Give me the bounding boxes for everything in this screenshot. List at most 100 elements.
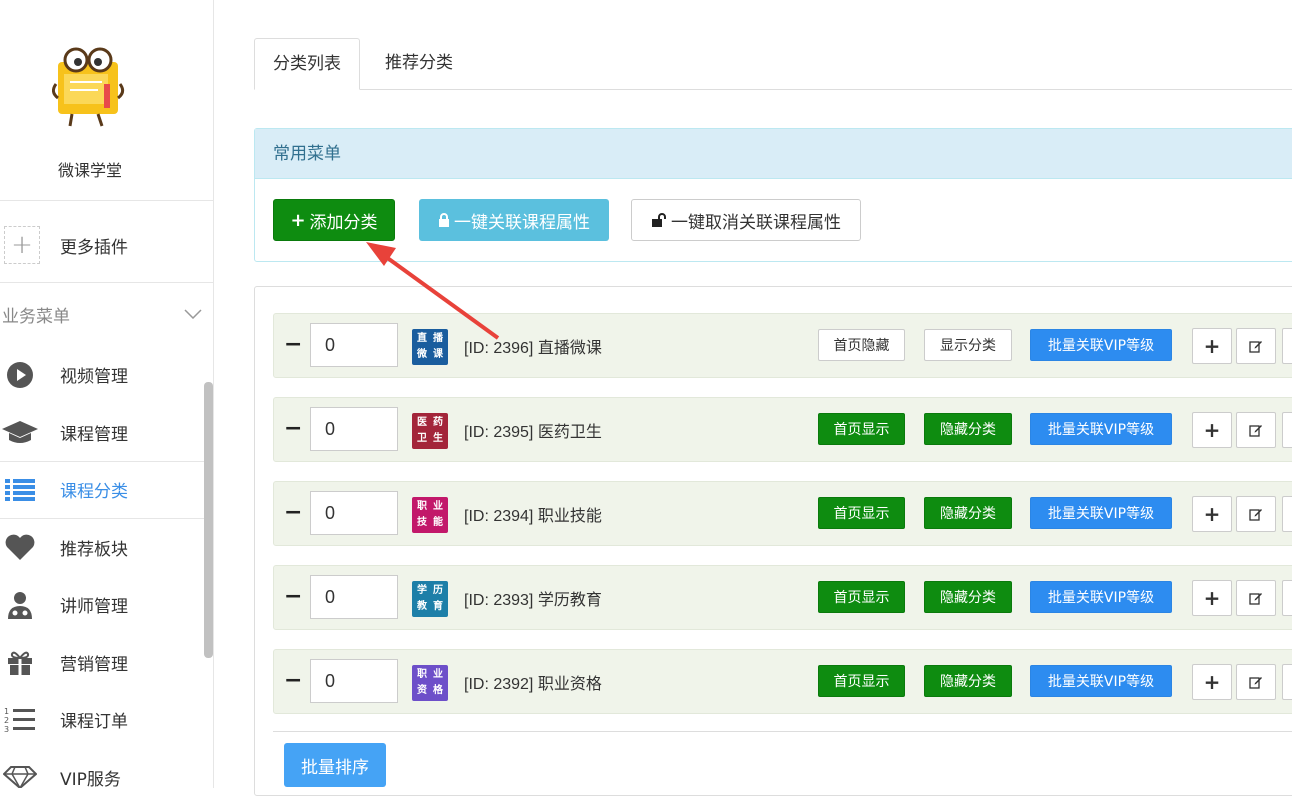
collapse-icon[interactable]: − — [284, 332, 304, 360]
chevron-down-icon — [184, 309, 202, 319]
edit-icon — [1249, 341, 1262, 353]
homepage-toggle-button[interactable]: 首页隐藏 — [818, 329, 905, 361]
plus-icon: + — [1203, 502, 1221, 526]
divider — [273, 731, 1292, 732]
heart-icon — [0, 531, 40, 563]
more-plugins-link[interactable]: + 更多插件 — [4, 226, 204, 264]
edit-button[interactable] — [1236, 496, 1276, 532]
sidebar-item-label: 课程管理 — [60, 424, 128, 445]
more-plugins-label: 更多插件 — [60, 237, 128, 258]
batch-sort-button[interactable]: 批量排序 — [284, 743, 386, 787]
batch-link-vip-button[interactable]: 批量关联VIP等级 — [1030, 581, 1172, 613]
business-menu-toggle[interactable]: 业务菜单 — [2, 300, 202, 328]
thumb-char: 播 — [433, 333, 443, 344]
sidebar-scrollbar[interactable] — [204, 382, 213, 658]
edit-button[interactable] — [1236, 664, 1276, 700]
visibility-toggle-button[interactable]: 显示分类 — [924, 329, 1012, 361]
edit-icon — [1249, 509, 1262, 521]
visibility-toggle-button[interactable]: 隐藏分类 — [924, 665, 1012, 697]
batch-link-vip-button[interactable]: 批量关联VIP等级 — [1030, 497, 1172, 529]
homepage-toggle-button[interactable]: 首页显示 — [818, 581, 905, 613]
edit-button[interactable] — [1236, 580, 1276, 616]
thumb-char: 历 — [433, 585, 443, 596]
thumb-char: 生 — [433, 433, 443, 444]
tab-category-list[interactable]: 分类列表 — [254, 38, 360, 90]
homepage-toggle-button[interactable]: 首页显示 — [818, 497, 905, 529]
sidebar-item-marketing[interactable]: 营销管理 — [0, 634, 213, 692]
sort-order-input[interactable]: 0 — [310, 659, 398, 703]
tab-recommended-categories[interactable]: 推荐分类 — [367, 38, 471, 90]
sidebar-item-courses[interactable]: 课程管理 — [0, 404, 213, 462]
thumb-char: 育 — [433, 601, 443, 612]
edit-icon — [1249, 593, 1262, 605]
thumb-char: 直 — [417, 333, 427, 344]
sidebar-item-categories[interactable]: 课程分类 — [0, 461, 213, 519]
sort-order-input[interactable]: 0 — [310, 491, 398, 535]
add-subcategory-button[interactable]: + — [1192, 496, 1232, 532]
sidebar-item-vip[interactable]: VIP服务 — [0, 749, 213, 788]
add-subcategory-button[interactable]: + — [1192, 580, 1232, 616]
more-actions-button[interactable] — [1282, 412, 1292, 448]
divider — [0, 282, 213, 283]
main-content: 分类列表 推荐分类 常用菜单 + 添加分类 一键关联课程属性 一键取消关联课程属… — [214, 0, 1292, 796]
add-category-button[interactable]: + 添加分类 — [273, 199, 395, 241]
batch-link-vip-button[interactable]: 批量关联VIP等级 — [1030, 665, 1172, 697]
plus-icon: + — [4, 226, 40, 264]
add-subcategory-button[interactable]: + — [1192, 664, 1232, 700]
homepage-toggle-button[interactable]: 首页显示 — [818, 413, 905, 445]
sidebar-item-recommend[interactable]: 推荐板块 — [0, 519, 213, 577]
category-title: [ID: 2392] 职业资格 — [464, 676, 602, 693]
sidebar: 微课学堂 + 更多插件 业务菜单 视频管理 课程管理 课程分类 推荐板块 讲师管… — [0, 0, 214, 788]
collapse-icon[interactable]: − — [284, 668, 304, 696]
category-row: − 0 职 业 资 格 [ID: 2392] 职业资格 首页显示 隐藏分类 批量… — [273, 649, 1292, 714]
sidebar-item-label: 视频管理 — [60, 367, 128, 388]
thumb-char: 资 — [417, 685, 427, 696]
unlink-course-attributes-label: 一键取消关联课程属性 — [671, 212, 841, 233]
collapse-icon[interactable]: − — [284, 416, 304, 444]
category-title: [ID: 2395] 医药卫生 — [464, 424, 602, 441]
edit-icon — [1249, 425, 1262, 437]
sidebar-item-label: 课程订单 — [60, 712, 128, 733]
batch-link-vip-button[interactable]: 批量关联VIP等级 — [1030, 413, 1172, 445]
sidebar-item-label: 讲师管理 — [60, 597, 128, 618]
tab-bar: 分类列表 推荐分类 — [254, 38, 1292, 90]
visibility-toggle-button[interactable]: 隐藏分类 — [924, 497, 1012, 529]
thumb-char: 业 — [433, 669, 443, 680]
link-course-attributes-button[interactable]: 一键关联课程属性 — [419, 199, 609, 241]
thumb-char: 教 — [417, 601, 427, 612]
divider — [0, 200, 213, 201]
visibility-toggle-button[interactable]: 隐藏分类 — [924, 413, 1012, 445]
add-subcategory-button[interactable]: + — [1192, 412, 1232, 448]
sort-order-input[interactable]: 0 — [310, 323, 398, 367]
collapse-icon[interactable]: − — [284, 584, 304, 612]
homepage-toggle-button[interactable]: 首页显示 — [818, 665, 905, 697]
category-list: − 0 职 业 资 格 [ID: 2392] 职业资格 首页显示 隐藏分类 批量… — [254, 286, 1292, 796]
edit-button[interactable] — [1236, 328, 1276, 364]
more-actions-button[interactable] — [1282, 328, 1292, 364]
sort-order-input[interactable]: 0 — [310, 407, 398, 451]
thumb-char: 职 — [417, 669, 427, 680]
edit-button[interactable] — [1236, 412, 1276, 448]
svg-text:2: 2 — [4, 716, 9, 725]
visibility-toggle-button[interactable]: 隐藏分类 — [924, 581, 1012, 613]
thumb-char: 格 — [433, 685, 443, 696]
sidebar-item-video[interactable]: 视频管理 — [0, 346, 213, 404]
lock-icon — [439, 213, 449, 227]
sidebar-item-lecturers[interactable]: 讲师管理 — [0, 576, 213, 634]
sidebar-item-label: 推荐板块 — [60, 539, 128, 560]
more-actions-button[interactable] — [1282, 580, 1292, 616]
collapse-icon[interactable]: − — [284, 500, 304, 528]
thumb-char: 学 — [417, 585, 427, 596]
thumb-char: 能 — [433, 517, 443, 528]
unlock-icon — [652, 213, 666, 227]
more-actions-button[interactable] — [1282, 496, 1292, 532]
more-actions-button[interactable] — [1282, 664, 1292, 700]
category-title: [ID: 2394] 职业技能 — [464, 508, 602, 525]
sidebar-item-orders[interactable]: 123 课程订单 — [0, 691, 213, 749]
category-row: − 0 学 历 教 育 [ID: 2393] 学历教育 首页显示 隐藏分类 批量… — [273, 565, 1292, 630]
play-icon — [0, 359, 40, 391]
batch-link-vip-button[interactable]: 批量关联VIP等级 — [1030, 329, 1172, 361]
unlink-course-attributes-button[interactable]: 一键取消关联课程属性 — [631, 199, 861, 241]
sort-order-input[interactable]: 0 — [310, 575, 398, 619]
add-subcategory-button[interactable]: + — [1192, 328, 1232, 364]
